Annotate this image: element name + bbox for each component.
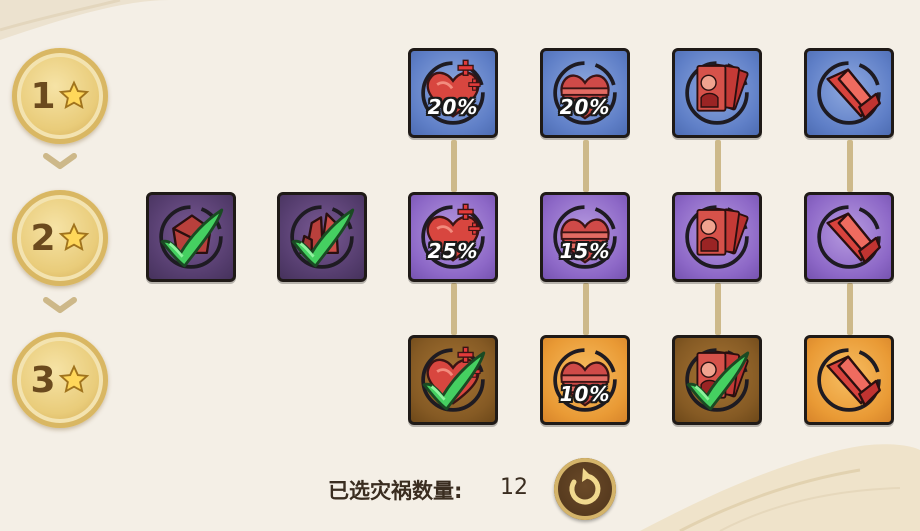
reset-button[interactable] xyxy=(554,458,616,520)
selected-count-label: 已选灾祸数量: xyxy=(328,479,463,503)
disaster-card-heal-boost[interactable]: 20% xyxy=(408,48,498,138)
disaster-card-heal-boost[interactable] xyxy=(408,335,498,425)
chevron-down-icon xyxy=(43,153,77,169)
card-percent: 15% xyxy=(559,239,611,263)
disaster-card-heart-shield[interactable]: 20% xyxy=(540,48,630,138)
star-icon xyxy=(58,364,89,394)
tier-number: 2 xyxy=(30,217,56,259)
tier-badge-1: 1 xyxy=(12,48,108,144)
card-percent: 20% xyxy=(559,95,611,119)
red-crystal-icon xyxy=(807,338,891,422)
chevron-down-icon xyxy=(43,297,77,313)
star-icon xyxy=(58,222,89,252)
disaster-card-heart-shield[interactable]: 15% xyxy=(540,192,630,282)
heart-bars-icon xyxy=(543,195,627,279)
check-icon xyxy=(280,195,364,279)
disaster-card-crystal-cluster[interactable] xyxy=(277,192,367,282)
tier-connector xyxy=(847,283,853,335)
tier-connector xyxy=(715,283,721,335)
tier-number: 3 xyxy=(30,359,56,401)
disaster-card-heal-boost[interactable]: 25% xyxy=(408,192,498,282)
heart-bars-icon xyxy=(543,338,627,422)
card-fan-icon xyxy=(675,195,759,279)
tier-number: 1 xyxy=(30,75,56,117)
star-icon xyxy=(58,80,89,110)
check-icon xyxy=(411,338,495,422)
tier-connector xyxy=(847,140,853,192)
disaster-card-cards[interactable] xyxy=(672,335,762,425)
tier-connector xyxy=(715,140,721,192)
disaster-card-heart-shield[interactable]: 10% xyxy=(540,335,630,425)
red-crystal-icon xyxy=(807,51,891,135)
disaster-card-crystal[interactable] xyxy=(804,48,894,138)
disaster-card-crystal[interactable] xyxy=(804,335,894,425)
check-icon xyxy=(675,338,759,422)
heart-bars-icon xyxy=(543,51,627,135)
card-percent: 10% xyxy=(559,382,611,406)
selected-count-value: 12 xyxy=(500,475,528,500)
disaster-card-cards[interactable] xyxy=(672,192,762,282)
card-percent: 20% xyxy=(427,95,479,119)
tier-badge-2: 2 xyxy=(12,190,108,286)
tier-connector xyxy=(451,140,457,192)
check-icon xyxy=(149,195,233,279)
red-crystal-icon xyxy=(807,195,891,279)
refresh-icon xyxy=(569,468,601,505)
disaster-card-cards[interactable] xyxy=(672,48,762,138)
tier-connector xyxy=(583,283,589,335)
disaster-card-gem[interactable] xyxy=(146,192,236,282)
tier-connector xyxy=(451,283,457,335)
heart-plus-icon xyxy=(411,51,495,135)
tier-connector xyxy=(583,140,589,192)
tier-badge-3: 3 xyxy=(12,332,108,428)
card-percent: 25% xyxy=(427,239,479,263)
heart-plus-icon xyxy=(411,195,495,279)
card-fan-icon xyxy=(675,51,759,135)
disaster-card-crystal[interactable] xyxy=(804,192,894,282)
